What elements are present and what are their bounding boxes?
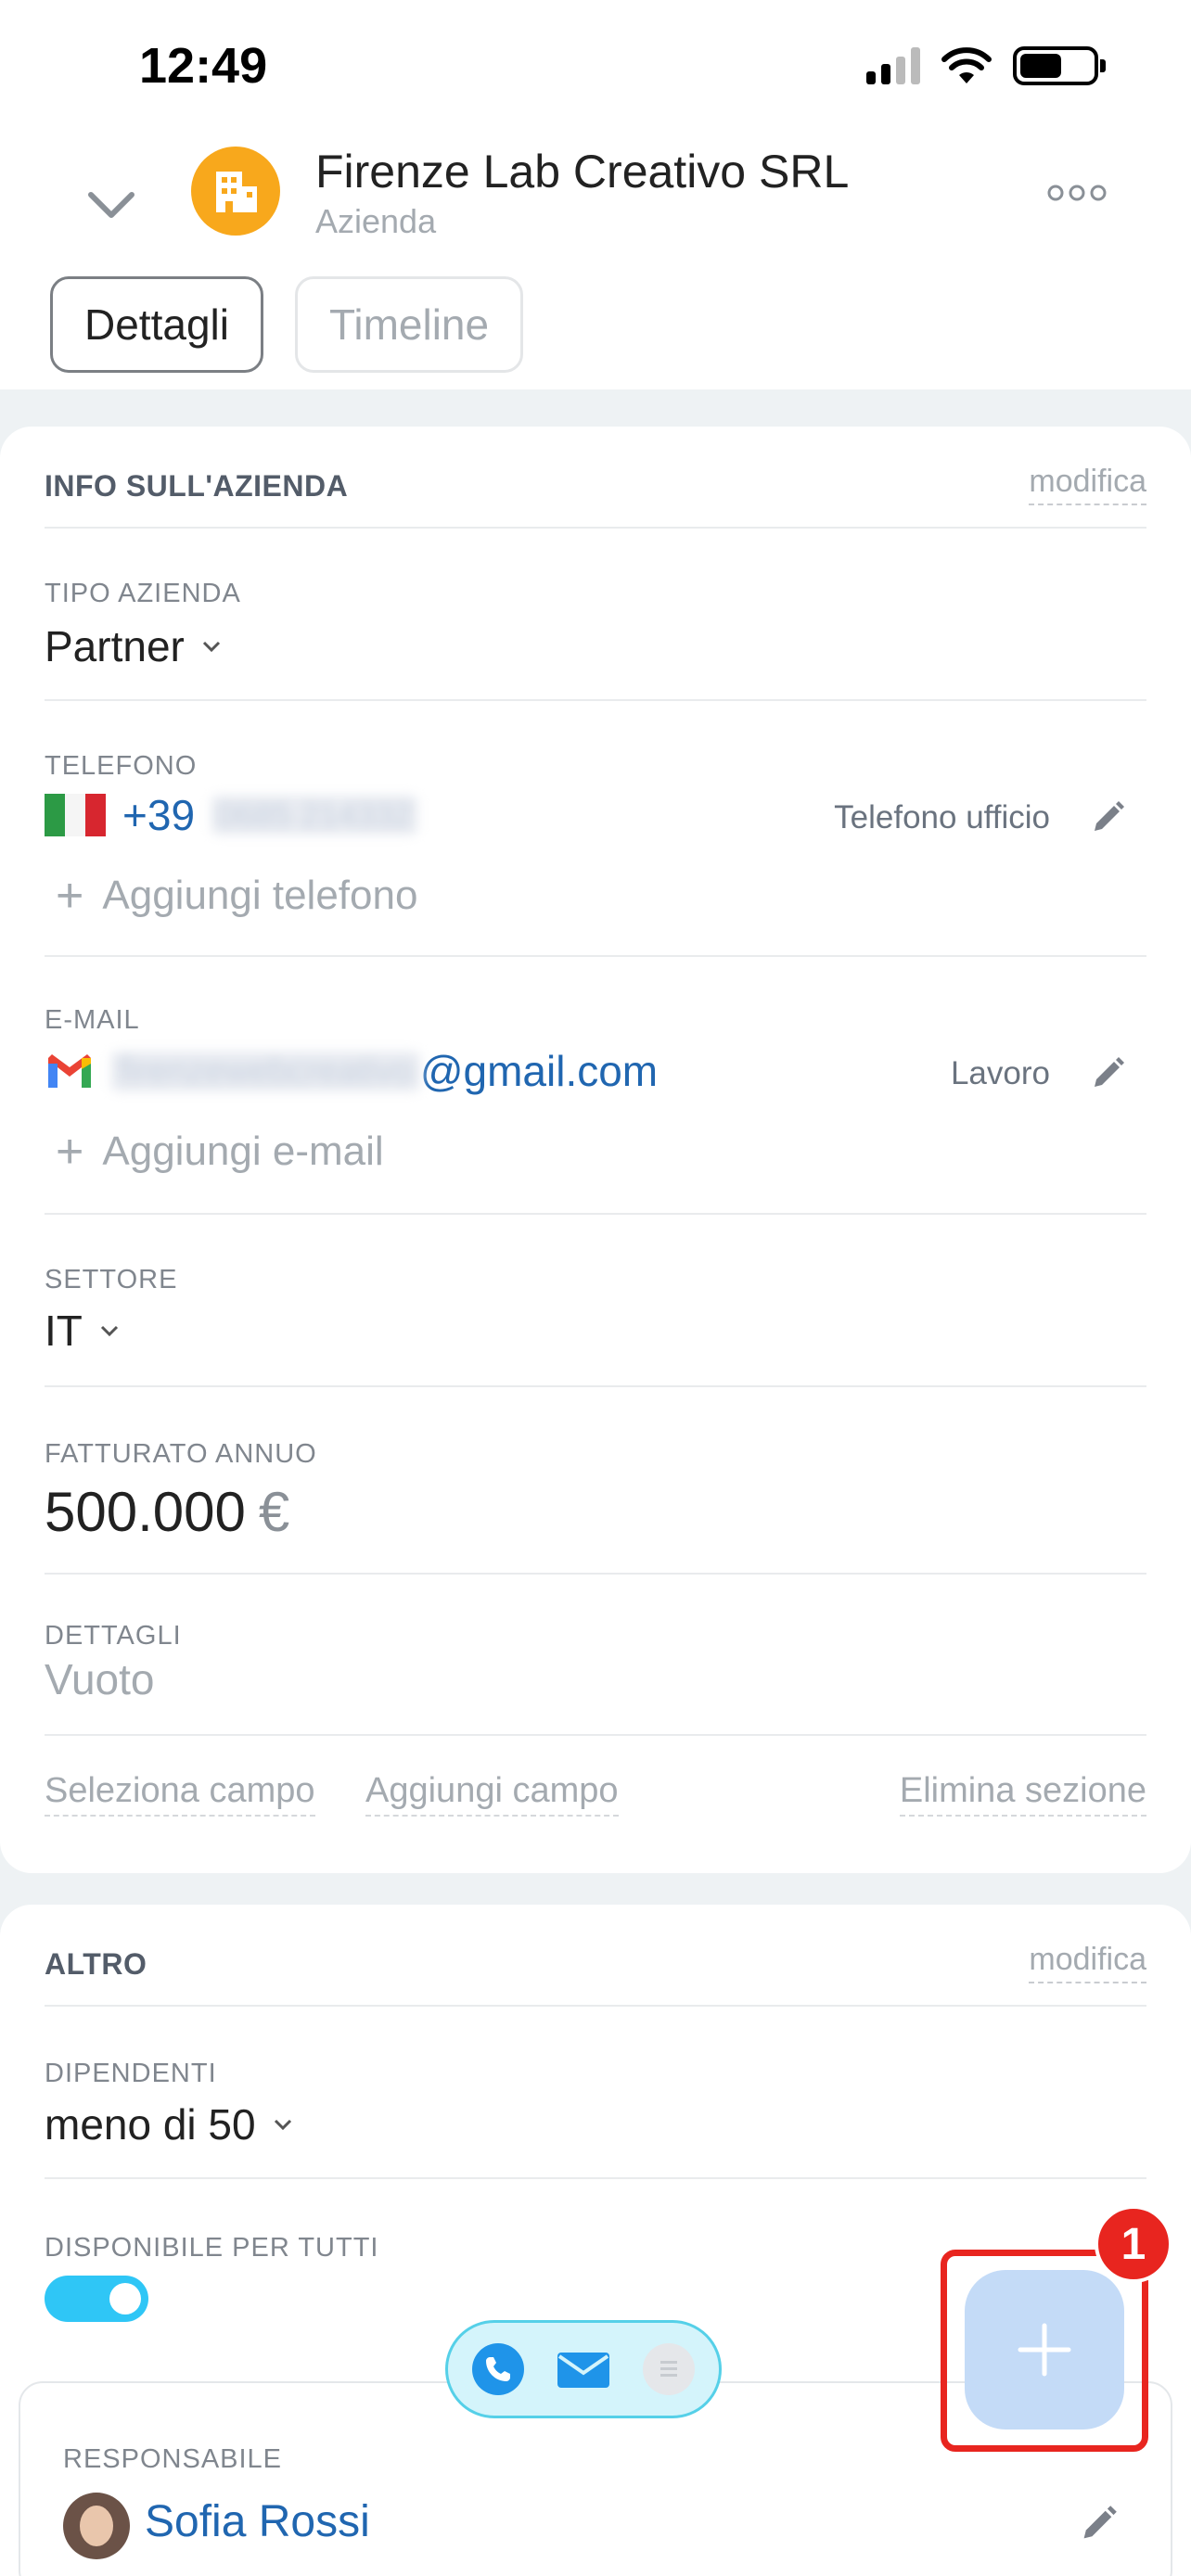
section-header: ALTRO modifica: [45, 1905, 1146, 2007]
status-icons: [866, 46, 1106, 85]
responsible-label: RESPONSABILE: [63, 2444, 283, 2474]
company-type-field[interactable]: TIPO AZIENDA Partner: [45, 529, 1146, 701]
industry-value[interactable]: IT: [45, 1306, 120, 1356]
employees-field[interactable]: DIPENDENTI meno di 50: [45, 2007, 1146, 2179]
field-label: FATTURATO ANNUO: [45, 1439, 317, 1469]
company-name: Firenze Lab Creativo SRL: [315, 146, 850, 198]
pencil-icon[interactable]: [1089, 799, 1126, 836]
chevron-down-icon: [100, 1325, 118, 1337]
currency-symbol: €: [258, 1481, 290, 1543]
email-type-label: Lavoro: [950, 1055, 1050, 1091]
field-value-text: meno di 50: [45, 2100, 256, 2149]
step-badge: 1: [1095, 2205, 1172, 2283]
field-label: DIPENDENTI: [45, 2059, 217, 2088]
field-label: SETTORE: [45, 1265, 178, 1294]
phone-type-label: Telefono ufficio: [834, 799, 1050, 835]
add-phone-label: Aggiungi telefono: [102, 873, 418, 918]
status-bar: 12:49: [0, 0, 1191, 130]
info-section-card: INFO SULL'AZIENDA modifica TIPO AZIENDA …: [0, 427, 1191, 1873]
add-phone-button[interactable]: + Aggiungi telefono: [56, 868, 417, 924]
details-value[interactable]: Vuoto: [45, 1654, 155, 1704]
field-label: TIPO AZIENDA: [45, 579, 241, 608]
plus-icon: +: [56, 869, 84, 923]
revenue-field[interactable]: FATTURATO ANNUO 500.000 €: [45, 1387, 1146, 1575]
field-label: E-MAIL: [45, 1005, 140, 1035]
field-value-text: Partner: [45, 622, 185, 670]
section-title: ALTRO: [45, 1947, 147, 1981]
pencil-icon[interactable]: [1089, 1055, 1126, 1092]
phone-number-redacted: 0685 214332: [211, 796, 418, 835]
field-label: DETTAGLI: [45, 1621, 182, 1651]
more-icon[interactable]: [1046, 182, 1108, 204]
add-email-button[interactable]: + Aggiungi e-mail: [56, 1124, 384, 1180]
section-footer: Seleziona campo Aggiungi campo Elimina s…: [45, 1771, 1146, 1827]
available-for-all-toggle[interactable]: [45, 2276, 148, 2322]
signal-icon: [866, 47, 920, 84]
employees-value[interactable]: meno di 50: [45, 2099, 293, 2149]
plus-icon: [1018, 2323, 1071, 2377]
section-title: INFO SULL'AZIENDA: [45, 469, 349, 503]
delete-section-link[interactable]: Elimina sezione: [899, 1771, 1146, 1817]
details-field[interactable]: DETTAGLI Vuoto: [45, 1575, 1146, 1736]
responsible-name[interactable]: Sofia Rossi: [145, 2496, 370, 2547]
company-avatar: [191, 147, 280, 236]
chevron-down-icon: [202, 641, 220, 653]
communication-bar: [445, 2320, 722, 2418]
italy-flag-icon: [45, 794, 106, 836]
mail-icon[interactable]: [556, 2349, 611, 2390]
gmail-icon: [48, 1054, 91, 1088]
revenue-amount: 500.000: [45, 1481, 246, 1543]
select-field-link[interactable]: Seleziona campo: [45, 1771, 315, 1817]
battery-icon: [1013, 46, 1106, 85]
add-button[interactable]: [965, 2270, 1124, 2429]
chat-icon[interactable]: [643, 2343, 695, 2395]
edit-section-link[interactable]: modifica: [1029, 1942, 1146, 1983]
tab-bar: Dettagli Timeline: [50, 276, 524, 373]
email-domain[interactable]: @gmail.com: [420, 1046, 658, 1096]
phone-prefix[interactable]: +39: [122, 790, 195, 840]
building-icon: [216, 172, 257, 212]
available-for-all-label: DISPONIBILE PER TUTTI: [45, 2233, 379, 2263]
avatar[interactable]: [63, 2493, 130, 2559]
pencil-icon[interactable]: [1078, 2504, 1119, 2544]
wifi-icon: [941, 47, 992, 83]
record-header: Firenze Lab Creativo SRL Azienda Dettagl…: [0, 130, 1191, 389]
phone-field: TELEFONO +39 0685 214332 Telefono uffici…: [45, 701, 1146, 957]
add-email-label: Aggiungi e-mail: [102, 1129, 384, 1174]
chevron-down-icon[interactable]: [83, 176, 139, 232]
field-value-text: IT: [45, 1307, 83, 1355]
email-value[interactable]: firenzewebcreativo @gmail.com: [45, 1046, 658, 1096]
email-field: E-MAIL firenzewebcreativo @gmail.com Lav…: [45, 957, 1146, 1215]
phone-value[interactable]: +39 0685 214332: [45, 790, 418, 840]
entity-type-label: Azienda: [315, 202, 437, 240]
field-label: TELEFONO: [45, 751, 198, 781]
industry-field[interactable]: SETTORE IT: [45, 1215, 1146, 1387]
email-local-redacted: firenzewebcreativo: [111, 1051, 420, 1091]
phone-icon[interactable]: [472, 2343, 524, 2395]
tab-dettagli[interactable]: Dettagli: [50, 276, 263, 373]
company-type-value[interactable]: Partner: [45, 621, 222, 671]
chevron-down-icon: [274, 2119, 291, 2131]
status-time: 12:49: [139, 38, 268, 94]
revenue-value[interactable]: 500.000 €: [45, 1480, 289, 1544]
add-field-link[interactable]: Aggiungi campo: [365, 1771, 619, 1817]
edit-section-link[interactable]: modifica: [1029, 464, 1146, 505]
plus-icon: +: [56, 1125, 84, 1179]
tab-timeline[interactable]: Timeline: [294, 276, 524, 373]
section-header: INFO SULL'AZIENDA modifica: [45, 427, 1146, 529]
